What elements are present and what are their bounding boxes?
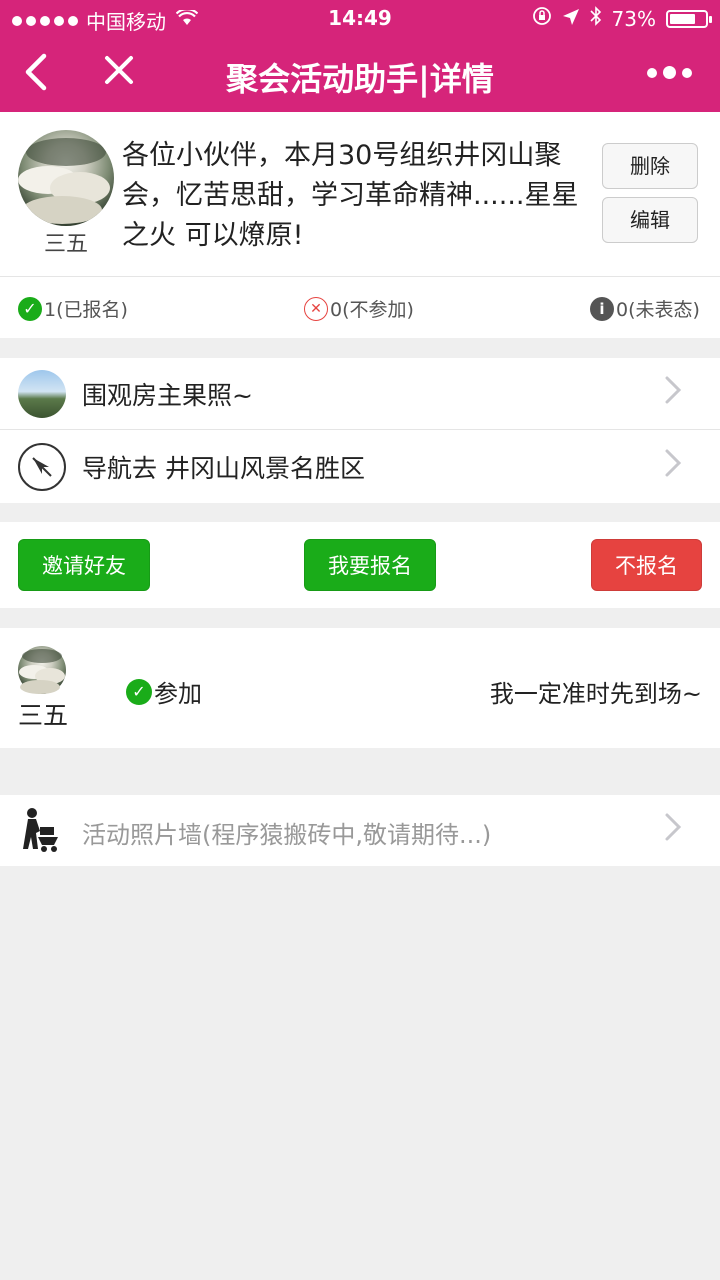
stat-undecided: i 0(未表态) bbox=[590, 295, 700, 322]
participant-comment: 我一定准时先到场~ bbox=[489, 680, 702, 708]
list-item-navigation[interactable]: 导航去 井冈山风景名胜区 bbox=[0, 431, 720, 503]
signup-button[interactable]: 我要报名 bbox=[304, 539, 436, 591]
author-name: 三五 bbox=[43, 232, 88, 257]
info-circle-icon: i bbox=[590, 296, 614, 321]
more-button[interactable] bbox=[647, 66, 692, 79]
location-icon bbox=[562, 7, 580, 31]
participant-name: 三五 bbox=[18, 701, 69, 730]
author-avatar[interactable] bbox=[18, 130, 114, 226]
check-circle-icon: ✓ bbox=[126, 678, 152, 705]
check-circle-icon: ✓ bbox=[18, 296, 42, 321]
stat-signed-text: 1(已报名) bbox=[44, 299, 128, 321]
chevron-right-icon bbox=[664, 447, 682, 487]
stat-undecided-text: 0(未表态) bbox=[616, 299, 700, 321]
delete-button[interactable]: 删除 bbox=[602, 143, 698, 189]
worker-moving-bricks-icon bbox=[20, 807, 64, 853]
page-title: 聚会活动助手|详情 bbox=[226, 60, 494, 98]
decline-button[interactable]: 不报名 bbox=[591, 539, 702, 591]
participant-status: ✓ 参加 bbox=[126, 674, 202, 709]
chevron-right-icon bbox=[664, 811, 682, 851]
chevron-right-icon bbox=[664, 374, 682, 414]
host-photo-label: 围观房主果照~ bbox=[82, 381, 253, 410]
photo-wall-label: 活动照片墙(程序猿搬砖中,敬请期待...) bbox=[82, 821, 492, 849]
compass-icon bbox=[18, 443, 66, 491]
edit-button[interactable]: 编辑 bbox=[602, 197, 698, 243]
navigation-label: 导航去 井冈山风景名胜区 bbox=[82, 454, 365, 483]
stat-declined: ✕ 0(不参加) bbox=[304, 295, 414, 322]
status-right: 73% bbox=[532, 6, 712, 31]
post-content: 各位小伙伴，本月30号组织井冈山聚会，忆苦思甜，学习革命精神......星星之火… bbox=[122, 140, 579, 251]
invite-friends-button[interactable]: 邀请好友 bbox=[18, 539, 150, 591]
stat-declined-text: 0(不参加) bbox=[330, 299, 414, 321]
stat-signed: ✓ 1(已报名) bbox=[18, 295, 128, 322]
status-bar: 中国移动 14:49 73% bbox=[0, 0, 720, 36]
list-item-host-photo[interactable]: 围观房主果照~ bbox=[0, 358, 720, 430]
nav-bar: 聚会活动助手|详情 bbox=[0, 36, 720, 112]
battery-percent: 73% bbox=[611, 6, 656, 31]
participant-status-text: 参加 bbox=[154, 680, 202, 708]
link-list: 围观房主果照~ 导航去 井冈山风景名胜区 bbox=[0, 358, 720, 503]
participant-row: 三五 ✓ 参加 我一定准时先到场~ bbox=[0, 628, 720, 748]
lock-rotation-icon bbox=[532, 6, 552, 31]
battery-icon bbox=[666, 9, 712, 28]
x-circle-icon: ✕ bbox=[304, 296, 328, 321]
photo-wall-item[interactable]: 活动照片墙(程序猿搬砖中,敬请期待...) bbox=[0, 795, 720, 866]
action-row: 邀请好友 我要报名 不报名 bbox=[0, 522, 720, 608]
participant-avatar[interactable] bbox=[18, 646, 66, 694]
signup-stats: ✓ 1(已报名) ✕ 0(不参加) i 0(未表态) bbox=[0, 276, 720, 338]
landscape-thumbnail bbox=[18, 370, 66, 418]
bluetooth-icon bbox=[589, 6, 602, 31]
more-icon bbox=[647, 67, 657, 78]
